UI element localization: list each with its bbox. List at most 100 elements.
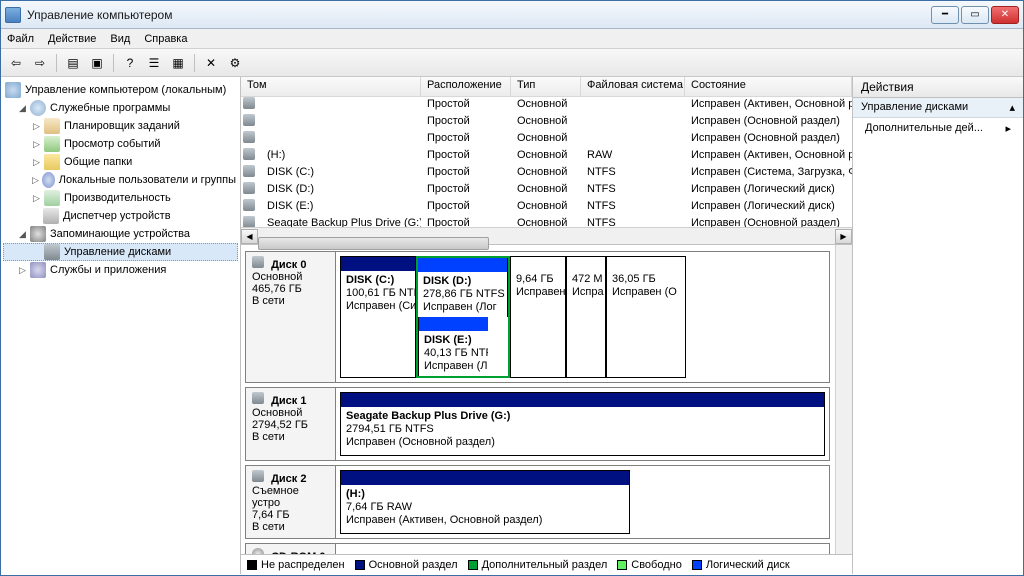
menu-file[interactable]: Файл bbox=[7, 33, 34, 45]
table-row[interactable]: ПростойОсновнойИсправен (Активен, Основн… bbox=[241, 97, 852, 114]
disk-partitions: (H:)7,64 ГБ RAWИсправен (Активен, Основн… bbox=[336, 466, 829, 538]
show-hide-button[interactable]: ▤ bbox=[62, 52, 84, 74]
table-row[interactable]: (H:)ПростойОсновнойRAWИсправен (Активен,… bbox=[241, 148, 852, 165]
col-type[interactable]: Тип bbox=[511, 77, 581, 96]
tree-perf[interactable]: ▷ Производительность bbox=[3, 189, 238, 207]
tree-devices[interactable]: Диспетчер устройств bbox=[3, 207, 238, 225]
legend-unalloc: Не распределен bbox=[261, 559, 345, 571]
partition[interactable]: DISK (C:)100,61 ГБ NTFSИсправен (Си bbox=[340, 256, 416, 378]
scroll-left-icon[interactable]: ◀ bbox=[241, 229, 258, 244]
menu-view[interactable]: Вид bbox=[110, 33, 130, 45]
cell-status: Исправен (Система, Загрузка, Файл по bbox=[685, 165, 852, 182]
table-row[interactable]: DISK (C:)ПростойОсновнойNTFSИсправен (Си… bbox=[241, 165, 852, 182]
tree-root[interactable]: Управление компьютером (локальным) bbox=[3, 81, 238, 99]
delete-button[interactable]: ✕ bbox=[200, 52, 222, 74]
vertical-scrollbar[interactable] bbox=[835, 245, 852, 554]
primary-swatch bbox=[355, 560, 365, 570]
disk-row[interactable]: Диск 2Съемное устро7,64 ГБВ сети (H:)7,6… bbox=[245, 465, 830, 539]
partition[interactable]: (H:)7,64 ГБ RAWИсправен (Активен, Основн… bbox=[340, 470, 630, 534]
table-row[interactable]: Seagate Backup Plus Drive (G:)ПростойОсн… bbox=[241, 216, 852, 227]
cell-layout: Простой bbox=[421, 131, 511, 148]
tree-scheduler[interactable]: ▷ Планировщик заданий bbox=[3, 117, 238, 135]
partition[interactable]: DISK (E:)40,13 ГБ NTFИсправен (Л bbox=[418, 317, 488, 376]
table-row[interactable]: DISK (D:)ПростойОсновнойNTFSИсправен (Ло… bbox=[241, 182, 852, 199]
expand-icon[interactable]: ▷ bbox=[31, 175, 40, 186]
close-button[interactable]: ✕ bbox=[991, 6, 1019, 24]
collapse-icon[interactable]: ◢ bbox=[17, 229, 28, 240]
properties-button[interactable]: ▣ bbox=[86, 52, 108, 74]
expand-icon[interactable]: ▷ bbox=[31, 139, 42, 150]
tree-events[interactable]: ▷ Просмотр событий bbox=[3, 135, 238, 153]
tree-diskmgmt[interactable]: Управление дисками bbox=[3, 243, 238, 261]
col-status[interactable]: Состояние bbox=[685, 77, 852, 96]
partition[interactable]: 472 МИспра bbox=[566, 256, 606, 378]
cell-name bbox=[261, 131, 421, 148]
cell-type: Основной bbox=[511, 148, 581, 165]
legend-logical: Логический диск bbox=[706, 559, 790, 571]
tree-storage[interactable]: ◢ Запоминающие устройства bbox=[3, 225, 238, 243]
volume-icon bbox=[243, 97, 255, 109]
cell-name: (H:) bbox=[261, 148, 421, 165]
expand-icon[interactable]: ▷ bbox=[17, 265, 28, 276]
expand-icon[interactable]: ▷ bbox=[31, 193, 42, 204]
scheduler-icon bbox=[44, 118, 60, 134]
disk-row-cdrom[interactable]: CD-ROM 0 bbox=[245, 543, 830, 554]
cdrom-icon bbox=[252, 548, 264, 554]
view1-button[interactable]: ☰ bbox=[143, 52, 165, 74]
cell-type: Основной bbox=[511, 165, 581, 182]
help-button[interactable]: ? bbox=[119, 52, 141, 74]
back-button[interactable]: ⇦ bbox=[5, 52, 27, 74]
device-icon bbox=[43, 208, 59, 224]
forward-button[interactable]: ⇨ bbox=[29, 52, 51, 74]
collapse-icon[interactable]: ◢ bbox=[17, 103, 28, 114]
disk-row[interactable]: Диск 0Основной465,76 ГБВ сетиDISK (C:)10… bbox=[245, 251, 830, 383]
settings-button[interactable]: ⚙ bbox=[224, 52, 246, 74]
users-icon bbox=[42, 172, 55, 188]
titlebar[interactable]: Управление компьютером ━ ▭ ✕ bbox=[1, 1, 1023, 29]
cell-type: Основной bbox=[511, 182, 581, 199]
maximize-button[interactable]: ▭ bbox=[961, 6, 989, 24]
action-group-disk[interactable]: Управление дисками ▴ bbox=[853, 98, 1023, 118]
cell-fs: NTFS bbox=[581, 165, 685, 182]
partition[interactable]: Seagate Backup Plus Drive (G:)2794,51 ГБ… bbox=[340, 392, 825, 456]
action-more[interactable]: Дополнительные дей... ▸ bbox=[853, 118, 1023, 139]
actions-pane: Действия Управление дисками ▴ Дополнител… bbox=[853, 77, 1023, 574]
disk-info[interactable]: Диск 2Съемное устро7,64 ГБВ сети bbox=[246, 466, 336, 538]
disk-row[interactable]: Диск 1Основной2794,52 ГБВ сетиSeagate Ba… bbox=[245, 387, 830, 461]
cell-fs bbox=[581, 114, 685, 131]
tree-utilities[interactable]: ◢ Служебные программы bbox=[3, 99, 238, 117]
expand-icon[interactable]: ▷ bbox=[31, 157, 42, 168]
table-row[interactable]: DISK (E:)ПростойОсновнойNTFSИсправен (Ло… bbox=[241, 199, 852, 216]
menu-action[interactable]: Действие bbox=[48, 33, 96, 45]
events-icon bbox=[44, 136, 60, 152]
disk-info[interactable]: CD-ROM 0 bbox=[246, 544, 336, 554]
cell-fs: NTFS bbox=[581, 216, 685, 227]
menu-help[interactable]: Справка bbox=[144, 33, 187, 45]
expand-icon[interactable]: ▷ bbox=[31, 121, 42, 132]
scroll-right-icon[interactable]: ▶ bbox=[835, 229, 852, 244]
view2-button[interactable]: ▦ bbox=[167, 52, 189, 74]
col-volume[interactable]: Том bbox=[241, 77, 421, 96]
table-row[interactable]: ПростойОсновнойИсправен (Основной раздел… bbox=[241, 114, 852, 131]
minimize-button[interactable]: ━ bbox=[931, 6, 959, 24]
collapse-up-icon[interactable]: ▴ bbox=[1009, 101, 1015, 114]
logical-swatch bbox=[692, 560, 702, 570]
tree-services[interactable]: ▷ Службы и приложения bbox=[3, 261, 238, 279]
horizontal-scrollbar[interactable]: ◀ ▶ bbox=[241, 227, 852, 244]
cell-status: Исправен (Логический диск) bbox=[685, 182, 852, 199]
partition[interactable]: 36,05 ГБИсправен (О bbox=[606, 256, 686, 378]
col-layout[interactable]: Расположение bbox=[421, 77, 511, 96]
disk-info[interactable]: Диск 0Основной465,76 ГБВ сети bbox=[246, 252, 336, 382]
col-fs[interactable]: Файловая система bbox=[581, 77, 685, 96]
extended-partition[interactable]: DISK (D:)278,86 ГБ NTFSИсправен (ЛогDISK… bbox=[416, 256, 510, 378]
disk-partitions: DISK (C:)100,61 ГБ NTFSИсправен (СиDISK … bbox=[336, 252, 829, 382]
tree-users[interactable]: ▷ Локальные пользователи и группы bbox=[3, 171, 238, 189]
disk-info[interactable]: Диск 1Основной2794,52 ГБВ сети bbox=[246, 388, 336, 460]
partition[interactable]: DISK (D:)278,86 ГБ NTFSИсправен (Лог bbox=[418, 258, 508, 317]
partition[interactable]: 9,64 ГБИсправен bbox=[510, 256, 566, 378]
tree-shared[interactable]: ▷ Общие папки bbox=[3, 153, 238, 171]
disk-layout-pane[interactable]: Диск 0Основной465,76 ГБВ сетиDISK (C:)10… bbox=[241, 245, 852, 554]
table-row[interactable]: ПростойОсновнойИсправен (Основной раздел… bbox=[241, 131, 852, 148]
cell-layout: Простой bbox=[421, 114, 511, 131]
nav-tree[interactable]: Управление компьютером (локальным) ◢ Слу… bbox=[1, 77, 241, 574]
